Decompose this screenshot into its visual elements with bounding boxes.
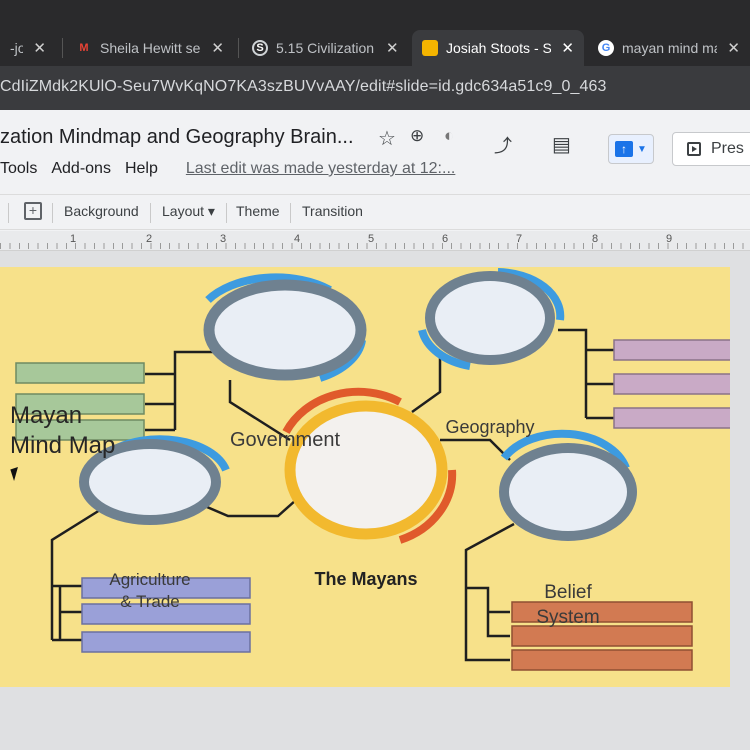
ruler-number: 5 <box>368 233 375 245</box>
geography-label[interactable]: Geography <box>430 416 550 438</box>
address-bar[interactable]: CdIiZMdk2KUlO-Seu7WvKqNO7KA3szBUVvAAY/ed… <box>0 66 750 110</box>
tab-title: 5.15 Civilization <box>276 40 375 56</box>
ruler-number: 7 <box>516 233 523 245</box>
connector-line <box>411 358 442 414</box>
government-bubble <box>203 273 367 382</box>
ruler-number: 2 <box>146 233 153 245</box>
connector-line <box>145 350 215 432</box>
geography-bubble <box>418 268 565 370</box>
tab-3[interactable]: S 5.15 Civilization ✕ <box>242 30 410 66</box>
transition-button[interactable]: Transition <box>302 203 363 219</box>
close-icon[interactable]: ✕ <box>561 39 574 57</box>
agriculture-trade-label[interactable]: Agriculture & Trade <box>90 569 210 613</box>
menu-tools[interactable]: Tools <box>0 160 37 178</box>
pink-box <box>613 373 730 395</box>
close-icon[interactable]: ✕ <box>727 39 740 57</box>
document-title[interactable]: zation Mindmap and Geography Brain... <box>0 126 354 149</box>
orange-box <box>511 649 693 671</box>
close-icon[interactable]: ✕ <box>33 39 46 57</box>
pink-box <box>613 339 730 361</box>
tab-title: Sheila Hewitt se <box>100 40 201 56</box>
tab-title: Josiah Stoots - S <box>446 40 552 56</box>
menu-addons[interactable]: Add-ons <box>51 160 111 178</box>
ruler-number: 8 <box>592 233 599 245</box>
activity-trend-icon[interactable]: ⤴ <box>494 132 512 158</box>
tab-title: -jo <box>10 40 24 56</box>
slides-toolbar: + Background Layout ▾ Theme Transition <box>0 194 750 230</box>
close-icon[interactable]: ✕ <box>386 39 399 57</box>
slide-mind-map[interactable]: Mayan Mind Map Government Geography The … <box>0 267 730 687</box>
slides-icon <box>422 40 438 56</box>
background-button[interactable]: Background <box>64 203 139 219</box>
tab-2[interactable]: M Sheila Hewitt se ✕ <box>66 30 234 66</box>
chevron-down-icon: ▼ <box>637 143 647 155</box>
ruler-number: 3 <box>220 233 227 245</box>
tab-4-active[interactable]: Josiah Stoots - S ✕ <box>412 30 584 66</box>
tab-1[interactable]: -jo ✕ <box>0 30 56 66</box>
slide-title[interactable]: Mayan Mind Map <box>10 401 115 461</box>
menu-help[interactable]: Help <box>125 160 158 178</box>
ruler-number: 6 <box>442 233 449 245</box>
close-icon[interactable]: ✕ <box>211 39 224 57</box>
gmail-icon: M <box>79 42 89 54</box>
cloud-status-icon: ◐ <box>444 126 455 145</box>
schoology-icon: S <box>252 40 268 56</box>
green-box <box>15 362 145 384</box>
present-label: Pres <box>711 140 744 157</box>
ruler-number: 4 <box>294 233 301 245</box>
add-comment-icon[interactable]: + <box>24 202 42 220</box>
ruler-number: 1 <box>70 233 77 245</box>
present-options-button[interactable]: ↑ ▼ <box>608 134 654 164</box>
connector-line <box>464 522 515 662</box>
slides-app: zation Mindmap and Geography Brain... ☆ … <box>0 110 750 750</box>
tab-5[interactable]: G mayan mind ma ✕ <box>588 30 750 66</box>
browser-tab-strip: -jo ✕ M Sheila Hewitt se ✕ S 5.15 Civili… <box>0 0 750 66</box>
tab-title: mayan mind ma <box>622 40 718 56</box>
upload-icon: ↑ <box>615 141 634 157</box>
comments-icon[interactable]: ▤ <box>552 132 571 157</box>
star-icon[interactable]: ☆ <box>378 126 396 151</box>
government-label[interactable]: Government <box>210 429 360 451</box>
last-edit-link[interactable]: Last edit was made yesterday at 12:... <box>186 160 455 178</box>
belief-system-bubble <box>499 429 637 541</box>
ruler-number: 9 <box>666 233 673 245</box>
belief-system-label[interactable]: Belief System <box>508 580 628 630</box>
present-button[interactable]: Pres <box>672 132 750 166</box>
google-icon: G <box>598 40 614 56</box>
blue-box <box>81 631 251 653</box>
layout-button[interactable]: Layout ▾ <box>162 203 215 220</box>
the-mayans-label[interactable]: The Mayans <box>298 568 434 590</box>
theme-button[interactable]: Theme <box>236 203 280 219</box>
move-to-drive-icon[interactable]: ⊕ <box>410 126 424 146</box>
pink-box <box>613 407 730 429</box>
connector-line <box>199 499 297 518</box>
connector-line <box>558 328 614 420</box>
menu-bar: Tools Add-ons Help Last edit was made ye… <box>0 160 455 178</box>
url-text[interactable]: CdIiZMdk2KUlO-Seu7WvKqNO7KA3szBUVvAAY/ed… <box>0 78 606 96</box>
the-mayans-bubble <box>282 387 457 544</box>
horizontal-ruler: 1 2 3 4 5 6 7 8 9 <box>0 231 750 251</box>
connector-line <box>440 438 511 461</box>
play-icon <box>687 142 701 156</box>
